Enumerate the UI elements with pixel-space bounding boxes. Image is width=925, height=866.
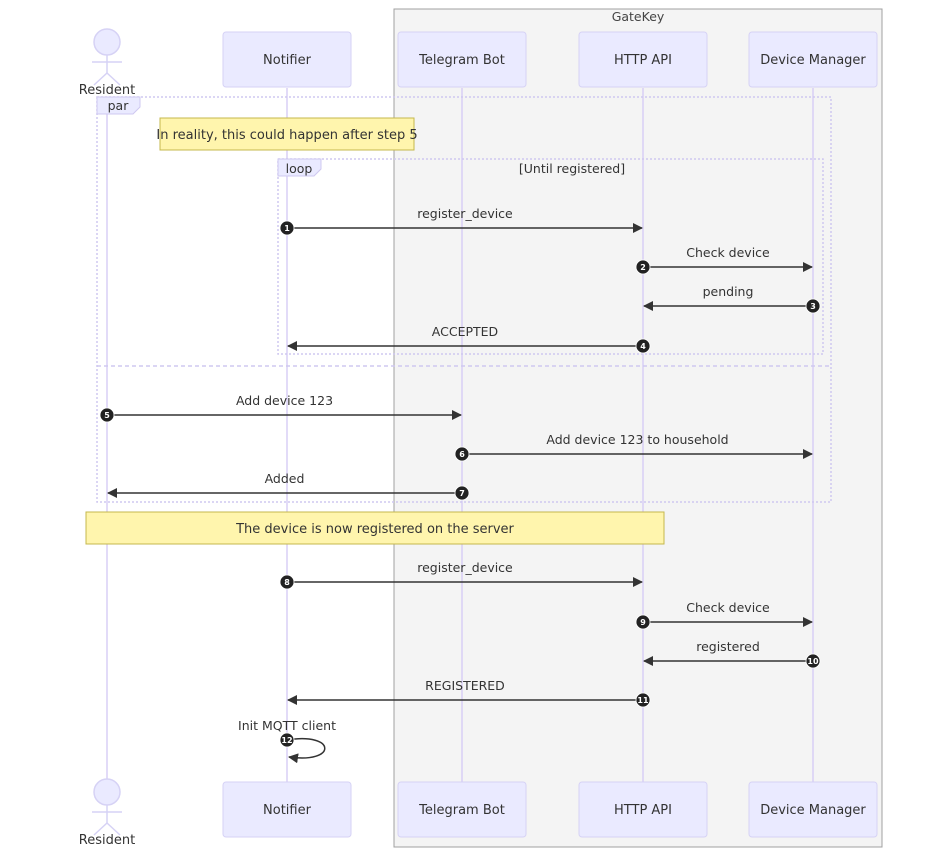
svg-text:6: 6	[459, 450, 465, 459]
participant-resident-top[interactable]: Resident	[79, 28, 135, 98]
sequence-diagram: GateKey par loop [Until registered] In r…	[79, 8, 883, 848]
message-label: ACCEPTED	[432, 324, 498, 339]
svg-text:10: 10	[807, 657, 819, 666]
note-reality: In reality, this could happen after step…	[156, 117, 418, 151]
sequence-number-badge: 8	[279, 574, 295, 590]
svg-text:3: 3	[810, 302, 816, 311]
note-registered: The device is now registered on the serv…	[85, 511, 665, 545]
participant-telegram-top[interactable]: Telegram Bot	[397, 31, 527, 88]
sequence-number-badge: 10	[805, 653, 821, 669]
message-label: Add device 123 to household	[546, 432, 728, 447]
participant-device-bottom[interactable]: Device Manager	[748, 781, 878, 838]
participant-label: Telegram Bot	[418, 803, 505, 818]
message-label: Add device 123	[236, 393, 333, 408]
participant-label: HTTP API	[614, 803, 672, 818]
participant-resident-bottom[interactable]: Resident	[79, 778, 135, 848]
message-label: Init MQTT client	[238, 718, 336, 733]
message-label: register_device	[417, 560, 513, 575]
svg-text:8: 8	[284, 578, 290, 587]
svg-text:12: 12	[281, 736, 292, 745]
participant-label: Resident	[79, 833, 135, 848]
participant-label: Telegram Bot	[418, 53, 505, 68]
sequence-number-badge: 3	[805, 298, 821, 314]
message-label: REGISTERED	[425, 678, 505, 693]
participant-label: Device Manager	[760, 53, 866, 68]
message-label: registered	[696, 639, 760, 654]
loop-frame-label: loop	[286, 161, 313, 176]
message-label: Added	[265, 471, 305, 486]
svg-text:In reality, this could happen: In reality, this could happen after step…	[156, 128, 417, 143]
sequence-number-badge: 12	[279, 732, 295, 748]
svg-text:The device is now registered o: The device is now registered on the serv…	[235, 522, 514, 537]
participant-label: Device Manager	[760, 803, 866, 818]
svg-text:2: 2	[640, 263, 646, 272]
sequence-number-badge: 4	[635, 338, 651, 354]
svg-text:5: 5	[104, 411, 110, 420]
sequence-number-badge: 11	[635, 692, 651, 708]
participant-notifier-bottom[interactable]: Notifier	[222, 781, 352, 838]
message-label: Check device	[686, 245, 770, 260]
message-label: pending	[703, 284, 754, 299]
sequence-number-badge: 7	[454, 485, 470, 501]
sequence-number-badge: 2	[635, 259, 651, 275]
participant-telegram-bottom[interactable]: Telegram Bot	[397, 781, 527, 838]
actor-icon	[92, 778, 122, 836]
sequence-number-badge: 1	[279, 220, 295, 236]
actor-icon	[92, 28, 122, 86]
sequence-number-badge: 6	[454, 446, 470, 462]
participant-label: Resident	[79, 83, 135, 98]
participant-label: Notifier	[263, 53, 312, 68]
message-label: register_device	[417, 206, 513, 221]
participant-device-top[interactable]: Device Manager	[748, 31, 878, 88]
gatekey-box	[393, 8, 883, 848]
svg-text:1: 1	[284, 224, 290, 233]
svg-text:4: 4	[640, 342, 646, 351]
par-frame-label: par	[108, 98, 130, 113]
sequence-number-badge: 5	[99, 407, 115, 423]
participant-api-top[interactable]: HTTP API	[578, 31, 708, 88]
participant-api-bottom[interactable]: HTTP API	[578, 781, 708, 838]
gatekey-box-title: GateKey	[612, 9, 665, 24]
svg-text:9: 9	[640, 618, 646, 627]
svg-text:11: 11	[637, 696, 649, 705]
participant-label: Notifier	[263, 803, 312, 818]
sequence-number-badge: 9	[635, 614, 651, 630]
loop-frame-condition: [Until registered]	[519, 161, 625, 176]
participant-label: HTTP API	[614, 53, 672, 68]
svg-text:7: 7	[459, 489, 465, 498]
message-label: Check device	[686, 600, 770, 615]
participant-notifier-top[interactable]: Notifier	[222, 31, 352, 88]
